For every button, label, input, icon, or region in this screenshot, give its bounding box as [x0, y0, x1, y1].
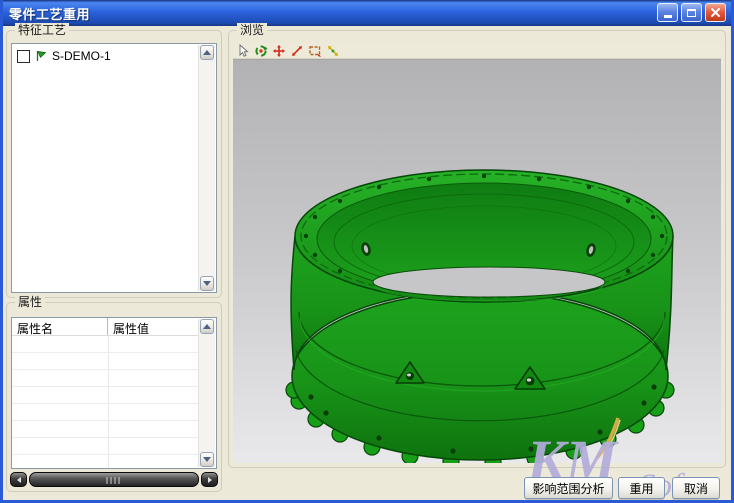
- thumb-grip: [107, 477, 122, 484]
- horizontal-scroll-thumb[interactable]: [29, 472, 199, 487]
- preview-toolbar: [233, 43, 721, 59]
- green-flag-icon: [35, 50, 47, 62]
- minimize-button[interactable]: [657, 3, 678, 22]
- minimize-icon: [664, 15, 672, 18]
- titlebar[interactable]: 零件工艺重用: [0, 0, 734, 26]
- fit-view-icon[interactable]: [325, 43, 340, 58]
- tree-item-label: S-DEMO-1: [52, 49, 111, 63]
- chevron-down-icon: [203, 281, 211, 286]
- feature-process-group-label: 特征工艺: [15, 23, 69, 37]
- scroll-up-button[interactable]: [200, 45, 214, 60]
- property-vertical-scrollbar[interactable]: [198, 319, 215, 467]
- tree-item-s-demo-1[interactable]: S-DEMO-1: [17, 49, 111, 63]
- pan-view-icon[interactable]: [271, 43, 286, 58]
- impact-scope-analysis-button[interactable]: 影响范围分析: [524, 477, 613, 499]
- column-header-value[interactable]: 属性值: [108, 318, 198, 335]
- feature-tree[interactable]: S-DEMO-1: [11, 43, 217, 293]
- chevron-left-icon: [17, 477, 21, 483]
- window-title: 零件工艺重用: [0, 4, 90, 23]
- column-header-name[interactable]: 属性名: [12, 318, 108, 335]
- property-table-body: [12, 336, 198, 468]
- chevron-up-icon: [203, 50, 211, 55]
- property-table-header: 属性名 属性值: [12, 318, 198, 336]
- 3d-viewport[interactable]: [233, 59, 721, 463]
- window-controls: [657, 3, 726, 22]
- maximize-icon: [687, 9, 696, 17]
- cancel-button[interactable]: 取消: [672, 477, 720, 499]
- table-row: [12, 404, 198, 421]
- table-row: [12, 336, 198, 353]
- 3d-model-green-ring: [233, 60, 721, 463]
- table-row: [12, 421, 198, 438]
- chevron-up-icon: [203, 324, 211, 329]
- property-group: 属性 属性名 属性值: [6, 302, 222, 492]
- zoom-view-icon[interactable]: [289, 43, 304, 58]
- rotate-view-icon[interactable]: [253, 43, 268, 58]
- scroll-right-button[interactable]: [201, 472, 218, 487]
- preview-group: 浏览: [228, 30, 726, 468]
- cursor-icon[interactable]: [235, 43, 250, 58]
- chevron-right-icon: [208, 477, 212, 483]
- close-button[interactable]: [705, 3, 726, 22]
- scroll-up-button[interactable]: [200, 319, 214, 334]
- property-table[interactable]: 属性名 属性值: [11, 317, 217, 469]
- close-icon: [710, 7, 721, 18]
- dialog-window: 零件工艺重用 特征工艺: [0, 0, 734, 503]
- zoom-window-icon[interactable]: [307, 43, 322, 58]
- tree-item-checkbox[interactable]: [17, 50, 30, 63]
- scroll-left-button[interactable]: [10, 472, 27, 487]
- table-row: [12, 387, 198, 404]
- dialog-client-area: 特征工艺 S-DEMO-1 属性: [3, 26, 731, 500]
- table-row: [12, 370, 198, 387]
- table-row: [12, 438, 198, 455]
- scroll-down-button[interactable]: [200, 452, 214, 467]
- scroll-down-button[interactable]: [200, 276, 214, 291]
- reuse-button[interactable]: 重用: [618, 477, 665, 499]
- property-horizontal-scrollbar[interactable]: [10, 472, 218, 487]
- table-row: [12, 353, 198, 370]
- property-group-label: 属性: [15, 295, 45, 309]
- table-row: [12, 455, 198, 469]
- tree-vertical-scrollbar[interactable]: [198, 45, 215, 291]
- chevron-down-icon: [203, 457, 211, 462]
- preview-group-label: 浏览: [237, 23, 267, 37]
- feature-process-group: 特征工艺 S-DEMO-1: [6, 30, 222, 298]
- maximize-button[interactable]: [681, 3, 702, 22]
